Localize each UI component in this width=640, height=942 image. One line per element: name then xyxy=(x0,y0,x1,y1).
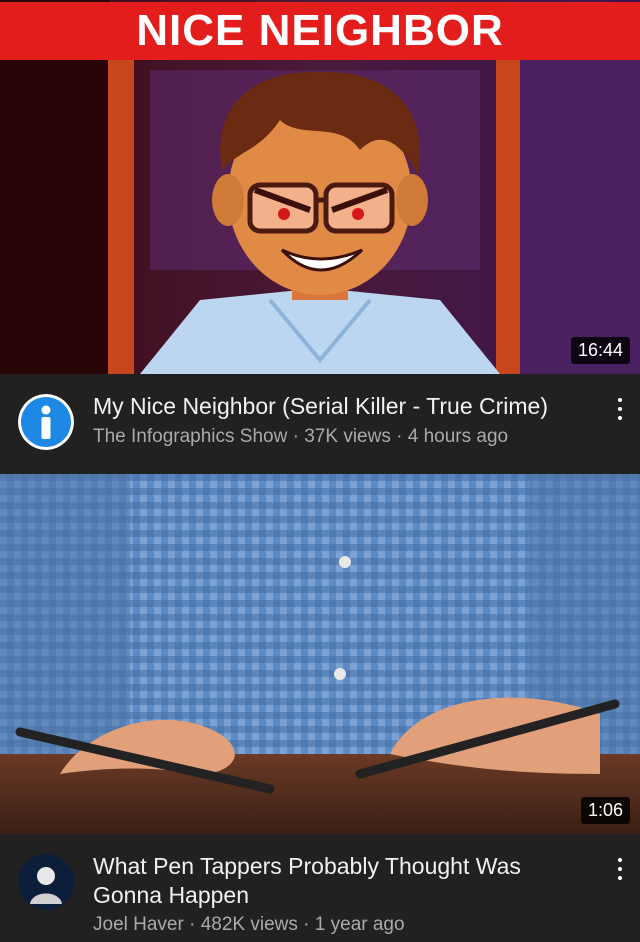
more-vert-icon[interactable] xyxy=(614,394,626,424)
video-metadata: My Nice Neighbor (Serial Killer - True C… xyxy=(0,374,640,474)
thumbnail-banner-text: NICE NEIGHBOR xyxy=(0,2,640,60)
video-title[interactable]: What Pen Tappers Probably Thought Was Go… xyxy=(93,852,583,910)
video-thumbnail[interactable]: 1:06 xyxy=(0,474,640,834)
view-count: 482K views xyxy=(200,914,298,935)
upload-age: 1 year ago xyxy=(314,914,405,935)
separator: · xyxy=(390,426,408,447)
upload-age: 4 hours ago xyxy=(407,426,509,447)
channel-avatar[interactable] xyxy=(18,854,74,910)
video-title[interactable]: My Nice Neighbor (Serial Killer - True C… xyxy=(93,392,583,421)
channel-name[interactable]: The Infographics Show xyxy=(93,426,287,447)
video-subtitle: Joel Haver · 482K views · 1 year ago xyxy=(93,914,405,936)
info-icon xyxy=(18,394,74,450)
separator: · xyxy=(183,914,201,935)
view-count: 37K views xyxy=(304,426,391,447)
video-feed: NICE NEIGHBOR 16:44 My Nice Neighbor (Se… xyxy=(0,0,640,942)
separator: · xyxy=(297,914,315,935)
video-thumbnail[interactable]: NICE NEIGHBOR 16:44 xyxy=(0,0,640,374)
channel-avatar[interactable] xyxy=(18,394,74,450)
thumbnail-photo xyxy=(0,474,640,834)
channel-name[interactable]: Joel Haver xyxy=(93,914,184,935)
more-vert-icon[interactable] xyxy=(614,854,626,884)
person-avatar-icon xyxy=(18,854,74,910)
duration-badge: 16:44 xyxy=(570,337,630,364)
video-subtitle: The Infographics Show · 37K views · 4 ho… xyxy=(93,426,508,448)
duration-badge: 1:06 xyxy=(580,797,630,824)
separator: · xyxy=(287,426,305,447)
video-metadata: What Pen Tappers Probably Thought Was Go… xyxy=(0,834,640,942)
